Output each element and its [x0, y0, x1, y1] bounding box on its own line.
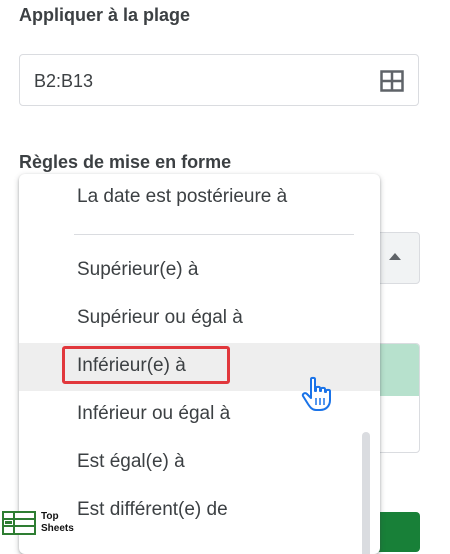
menu-item-equal[interactable]: Est égal(e) à	[19, 439, 380, 487]
menu-item-greater-than[interactable]: Supérieur(e) à	[19, 247, 380, 295]
range-value[interactable]: B2:B13	[34, 71, 93, 92]
condition-dropdown-menu: La date est postérieure à Supérieur(e) à…	[19, 174, 380, 554]
logo-text: Top Sheets	[41, 511, 74, 535]
menu-item-label: Supérieur(e) à	[77, 259, 199, 280]
menu-item-greater-or-equal[interactable]: Supérieur ou égal à	[19, 295, 380, 343]
caret-up-icon	[389, 253, 401, 260]
menu-item-date-after[interactable]: La date est postérieure à	[19, 174, 380, 222]
menu-item-label: Est différent(e) de	[77, 499, 228, 520]
logo-line-1: Top	[41, 511, 59, 522]
menu-item-label: Est égal(e) à	[77, 451, 185, 472]
apply-range-title: Appliquer à la plage	[19, 5, 191, 25]
sheets-logo-icon	[2, 511, 36, 535]
menu-item-label: La date est postérieure à	[77, 186, 288, 207]
menu-item-label: Supérieur ou égal à	[77, 307, 243, 328]
grid-select-icon[interactable]	[380, 70, 404, 92]
logo-line-2: Sheets	[41, 523, 74, 534]
hand-pointer-icon	[301, 376, 331, 411]
highlight-outline	[62, 346, 230, 384]
menu-scrollbar[interactable]	[362, 432, 370, 554]
topsheets-logo: Top Sheets	[2, 509, 82, 539]
range-input[interactable]: B2:B13	[19, 54, 419, 106]
menu-divider	[74, 234, 354, 235]
format-rules-title: Règles de mise en forme	[19, 152, 232, 172]
menu-item-label: Inférieur ou égal à	[77, 403, 231, 424]
